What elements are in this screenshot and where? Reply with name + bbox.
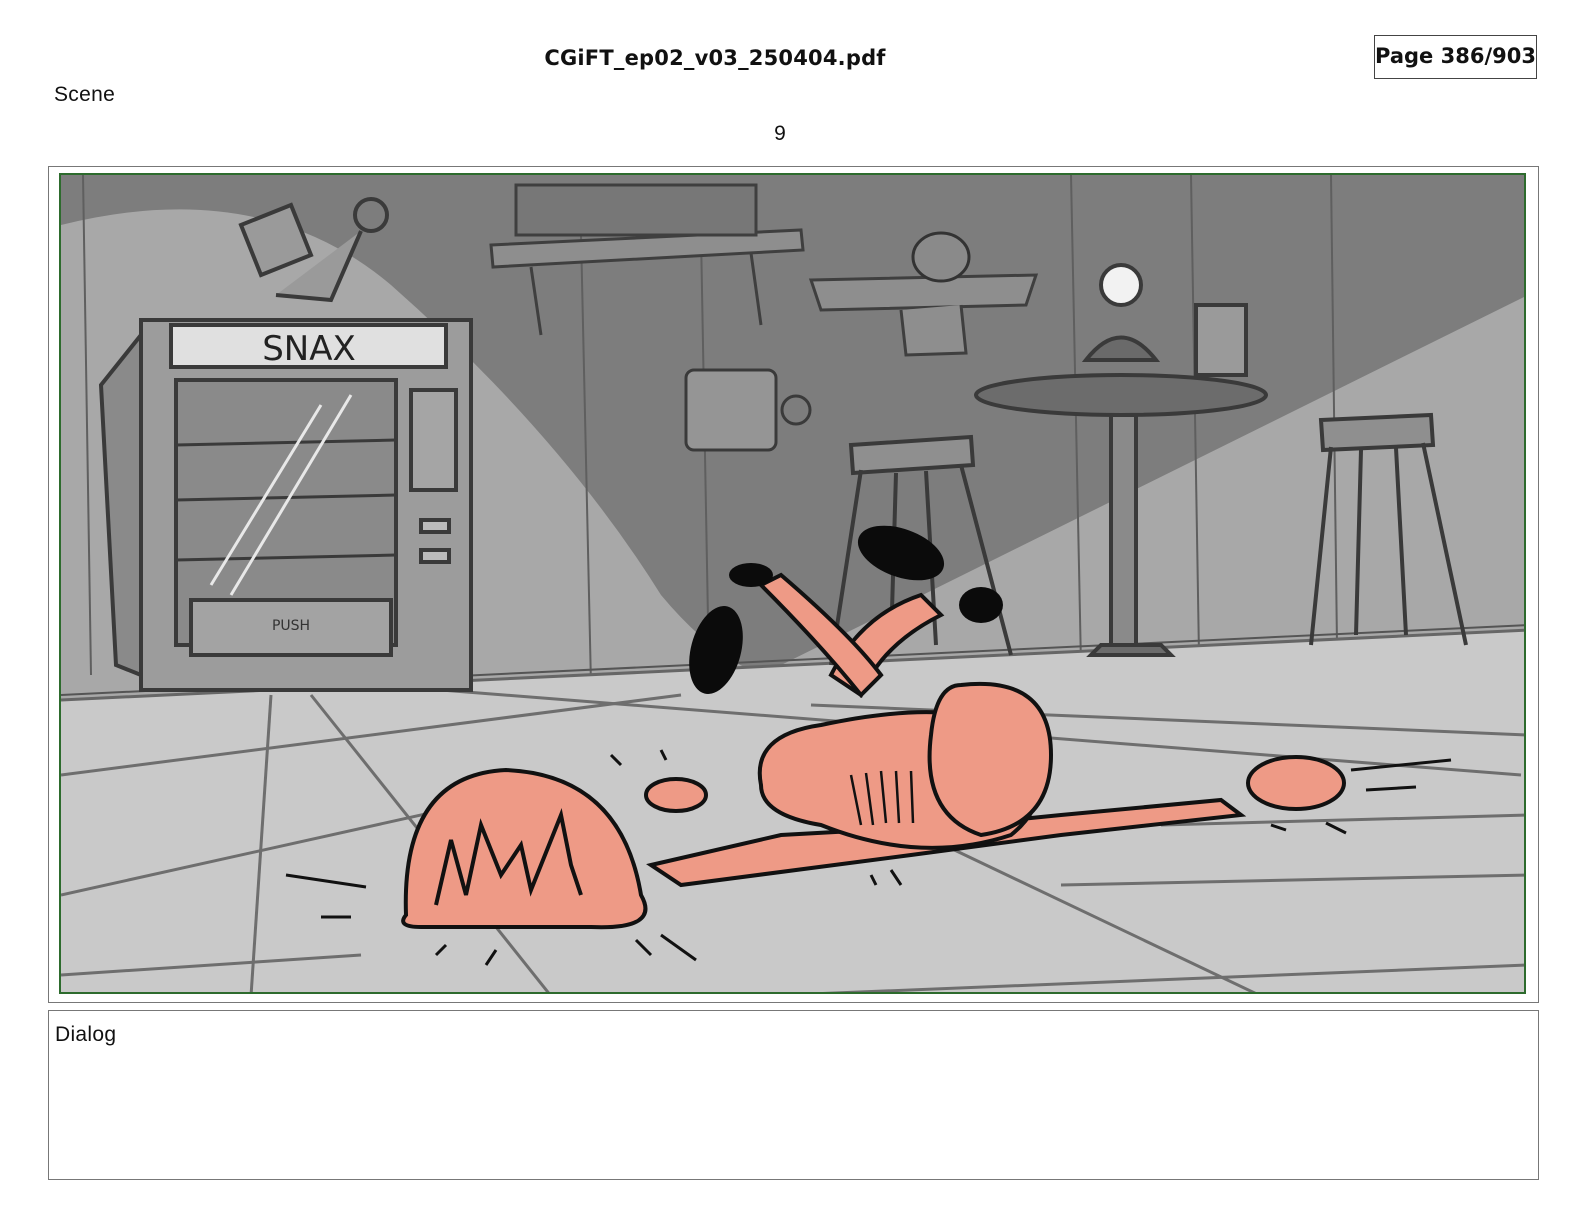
page-indicator: Page 386/903: [1374, 35, 1537, 79]
scene-label: Scene: [54, 83, 116, 106]
dialog-box: Dialog: [48, 1010, 1539, 1180]
push-label: PUSH: [272, 618, 310, 634]
document-title: CGiFT_ep02_v03_250404.pdf: [544, 46, 886, 70]
panel-illustration: SNAX PUSH: [61, 175, 1524, 992]
snax-sign: SNAX: [262, 329, 356, 369]
panel-number: 9: [774, 122, 786, 145]
panel-safe-frame: SNAX PUSH: [59, 173, 1526, 994]
storyboard-panel: SNAX PUSH: [48, 166, 1539, 1003]
dialog-label: Dialog: [55, 1023, 117, 1046]
